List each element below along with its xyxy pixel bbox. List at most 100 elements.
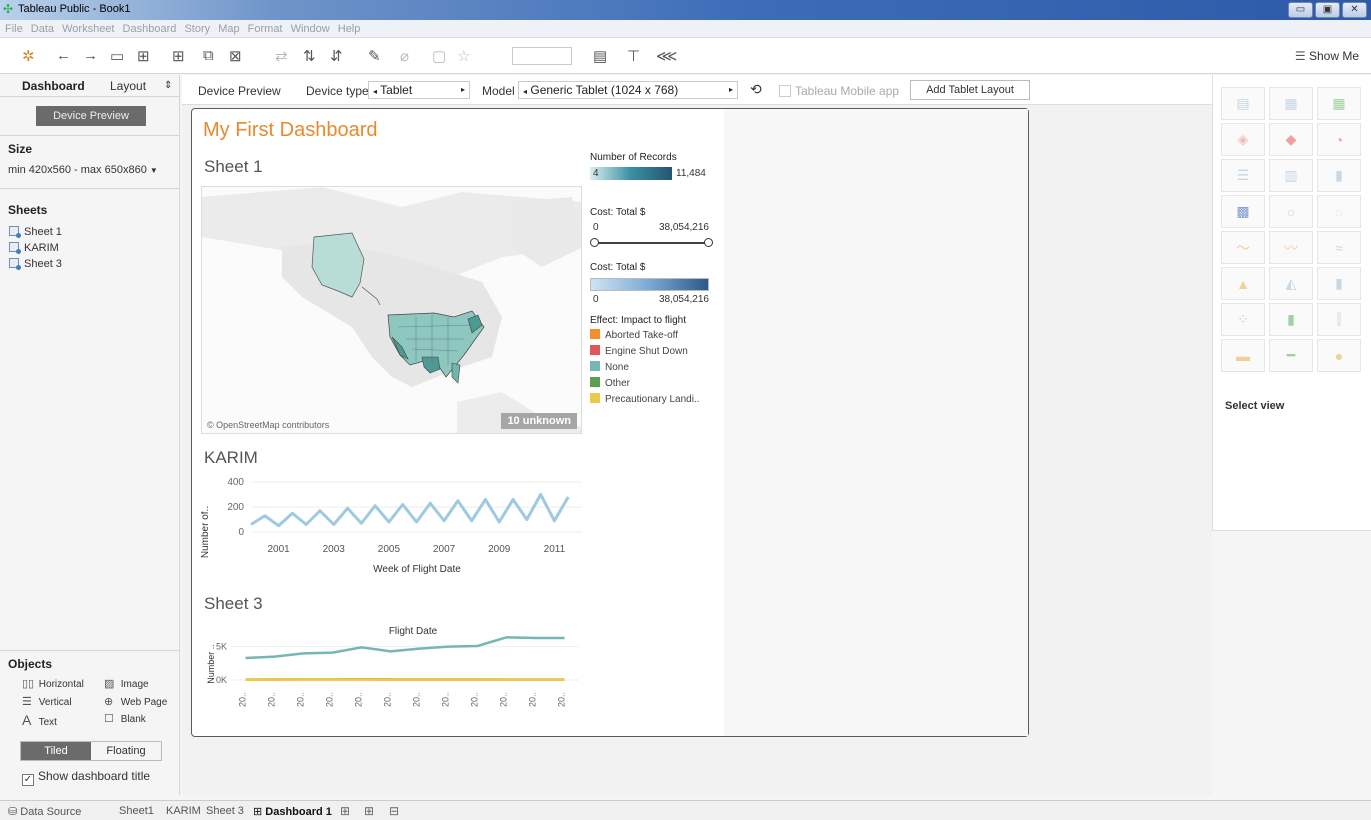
undo-icon[interactable]: ← [56, 47, 71, 64]
menu-dashboard[interactable]: Dashboard [118, 20, 177, 35]
swap-rows-columns-icon[interactable]: ⇄ [275, 47, 288, 65]
legend-item-precautionary[interactable]: Precautionary Landi.. [590, 393, 715, 406]
menu-map[interactable]: Map [213, 20, 239, 35]
legend-item-other[interactable]: Other [590, 377, 715, 390]
continuous-line-icon[interactable]: 〜 [1221, 231, 1265, 264]
object-blank[interactable]: ☐ Blank [104, 712, 146, 725]
object-image[interactable]: ▨ Image [104, 677, 149, 690]
dual-combination-icon[interactable]: ▮ [1317, 267, 1361, 300]
sheet-item-karim[interactable]: KARIM [9, 242, 59, 254]
series-line[interactable] [245, 636, 565, 660]
redo-icon[interactable]: → [83, 47, 98, 64]
legend-item-none[interactable]: None [590, 361, 715, 374]
unknown-locations-badge[interactable]: 10 unknown [501, 413, 577, 429]
presentation-mode-icon[interactable]: ⊤ [627, 47, 640, 65]
slider-max-handle[interactable] [704, 238, 713, 247]
scatter-plot-icon[interactable]: ⁘ [1221, 303, 1265, 336]
duplicate-sheet-icon[interactable]: ⧉ [203, 47, 214, 64]
tab-dashboard[interactable]: Dashboard [22, 79, 85, 93]
highlight-table-icon[interactable]: ▦ [1317, 87, 1361, 120]
maximize-button[interactable]: ▣ [1315, 2, 1340, 18]
minimize-button[interactable]: ▭ [1288, 2, 1313, 18]
series-line[interactable] [250, 493, 570, 528]
cost-range-filter[interactable]: Cost: Total $ 0 38,054,216 [590, 207, 715, 248]
sheet-item-sheet1[interactable]: Sheet 1 [9, 226, 62, 238]
new-dashboard-icon[interactable]: ⊞ [364, 804, 374, 818]
menu-story[interactable]: Story [179, 20, 210, 35]
legend-item-aborted[interactable]: Aborted Take-off [590, 329, 715, 342]
object-horizontal[interactable]: ▯▯ Horizontal [22, 677, 84, 690]
tab-layout[interactable]: Layout [110, 79, 146, 93]
mobile-app-checkbox[interactable]: Tableau Mobile app [779, 84, 899, 98]
filled-map-icon[interactable]: ◆ [1269, 123, 1313, 156]
menu-help[interactable]: Help [333, 20, 361, 35]
histogram-icon[interactable]: ▮ [1269, 303, 1313, 336]
model-select[interactable]: ◂ Generic Tablet (1024 x 768) ▸ [518, 81, 738, 99]
tab-dashboard1[interactable]: ⊞ Dashboard 1 [253, 805, 332, 818]
dashboard-title[interactable]: My First Dashboard [203, 119, 378, 142]
dual-line-icon[interactable]: ≈ [1317, 231, 1361, 264]
add-tablet-layout-button[interactable]: Add Tablet Layout [910, 80, 1030, 100]
sheet-item-sheet3[interactable]: Sheet 3 [9, 258, 62, 270]
karim-line-chart[interactable]: Number of.. Week of Flight Date 0 200 400 2… [201, 472, 591, 582]
show-dashboard-title-checkbox[interactable]: ✓ Show dashboard title [22, 769, 150, 786]
device-preview-button[interactable]: Device Preview [36, 106, 146, 126]
new-data-source-icon[interactable]: ⊞ [137, 47, 150, 65]
heat-map-icon[interactable]: ▦ [1269, 87, 1313, 120]
rotate-device-icon[interactable]: ⟲ [750, 81, 762, 98]
legend-item-engine[interactable]: Engine Shut Down [590, 345, 715, 358]
tab-karim[interactable]: KARIM [166, 805, 201, 817]
tab-sheet1[interactable]: Sheet1 [119, 805, 154, 817]
close-button[interactable]: ✕ [1342, 2, 1367, 18]
stacked-bars-icon[interactable]: ▥ [1269, 159, 1313, 192]
menu-data[interactable]: Data [26, 20, 54, 35]
pin-icon[interactable]: ☆ [457, 47, 470, 65]
circle-views-icon[interactable]: ○ [1269, 195, 1313, 228]
save-icon[interactable]: ▭ [110, 47, 124, 65]
packed-bubbles-icon[interactable]: ● [1317, 339, 1361, 372]
object-web-page[interactable]: ⊕ Web Page [104, 695, 167, 708]
cost-slider[interactable] [590, 238, 715, 248]
gantt-chart-icon[interactable]: ▬ [1221, 339, 1265, 372]
effect-color-legend[interactable]: Effect: Impact to flight Aborted Take-of… [590, 315, 715, 406]
records-color-legend[interactable]: Number of Records 4 11,484 [590, 152, 715, 181]
text-table-icon[interactable]: ▤ [1221, 87, 1265, 120]
discrete-area-icon[interactable]: ◭ [1269, 267, 1313, 300]
device-type-select[interactable]: ◂ Tablet ▸ [368, 81, 470, 99]
side-by-side-circles-icon[interactable]: ◌ [1317, 195, 1361, 228]
show-cards-icon[interactable]: ▤ [593, 47, 607, 65]
new-worksheet-icon[interactable]: ⊞ [340, 804, 350, 818]
cost-color-legend[interactable]: Cost: Total $ 0 38,054,216 [590, 262, 715, 308]
fit-dropdown[interactable] [512, 47, 572, 65]
clear-sheet-icon[interactable]: ⊠ [229, 47, 242, 65]
labels-icon[interactable]: ▢ [432, 47, 446, 65]
map-credit[interactable]: © OpenStreetMap contributors [207, 420, 329, 430]
map-view[interactable]: © OpenStreetMap contributors 10 unknown [201, 186, 582, 434]
new-story-icon[interactable]: ⊟ [389, 804, 399, 818]
size-dropdown[interactable]: min 420x560 - max 650x860 ▼ [8, 164, 158, 176]
side-by-side-bars-icon[interactable]: ▮ [1317, 159, 1361, 192]
menu-format[interactable]: Format [243, 20, 283, 35]
discrete-line-icon[interactable]: 〰 [1269, 231, 1313, 264]
tab-sheet3[interactable]: Sheet 3 [206, 805, 244, 817]
menu-worksheet[interactable]: Worksheet [57, 20, 114, 35]
florida-region[interactable] [451, 362, 461, 384]
menu-file[interactable]: File [0, 20, 23, 35]
show-me-button[interactable]: ☰ Show Me [1295, 49, 1359, 63]
box-whisker-icon[interactable]: ⫿ [1317, 303, 1361, 336]
pie-chart-icon[interactable]: ◔ [1317, 123, 1361, 156]
treemap-icon[interactable]: ▩ [1221, 195, 1265, 228]
horizontal-bars-icon[interactable]: ☰ [1221, 159, 1265, 192]
object-vertical[interactable]: ☰ Vertical [22, 695, 72, 708]
sort-descending-icon[interactable]: ⇵ [330, 47, 343, 65]
tab-switch-icon[interactable]: ⇕ [164, 80, 172, 91]
symbol-map-icon[interactable]: ◈ [1221, 123, 1265, 156]
area-chart-icon[interactable]: ▲ [1221, 267, 1265, 300]
tiled-button[interactable]: Tiled [21, 742, 91, 760]
data-source-tab[interactable]: ⛁ Data Source [8, 805, 81, 818]
new-worksheet-icon[interactable]: ⊞ [172, 47, 185, 65]
sheet3-line-chart[interactable]: Flight Date Number .. 0K 5K 20.. 20.. 20.. 20… [201, 622, 591, 722]
floating-button[interactable]: Floating [91, 742, 161, 760]
group-icon[interactable]: ⌀ [400, 47, 409, 65]
object-text[interactable]: A Text [22, 712, 57, 728]
